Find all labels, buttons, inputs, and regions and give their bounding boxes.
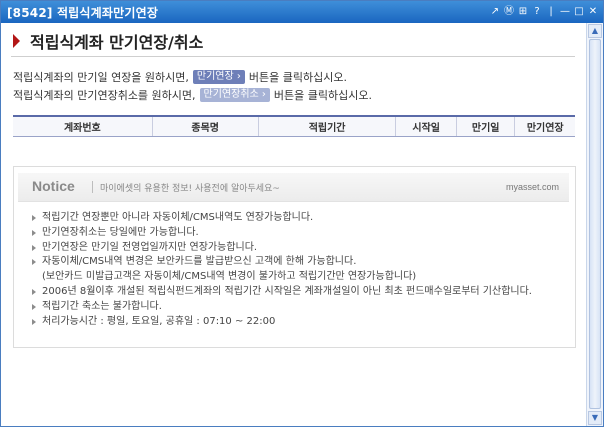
scroll-up-icon[interactable]: ▲ — [588, 24, 602, 38]
list-item: 만기연장취소는 당일에만 가능합니다. — [32, 226, 532, 241]
memo-icon[interactable]: Ⓜ — [503, 5, 515, 18]
main-content: 적립식계좌 만기연장/취소 적립식계좌의 만기일 연장을 원하시면, 만기연장 … — [1, 23, 587, 426]
list-item: 2006년 8월이후 개설된 적립식펀드계좌의 적립기간 시작일은 계좌개설일이… — [32, 285, 532, 300]
list-item: 처리가능시간 : 평일, 토요일, 공휴일 : 07:10 ~ 22:00 — [32, 315, 532, 330]
notice-header: Notice 마이에셋의 유용한 정보! 사용전에 알아두세요~ myasset… — [18, 173, 569, 202]
notice-list: 적립기간 연장뿐만 아니라 자동이체/CMS내역도 연장가능합니다. 만기연장취… — [32, 211, 532, 329]
list-item: 자동이체/CMS내역 변경은 보안카드를 발급받으신 고객에 한해 가능합니다. — [32, 255, 532, 270]
scroll-down-icon[interactable]: ▼ — [588, 411, 602, 425]
list-item: 적립기간 연장뿐만 아니라 자동이체/CMS내역도 연장가능합니다. — [32, 211, 532, 226]
minimize-icon[interactable]: — — [559, 5, 571, 18]
bullet-arrow-icon — [32, 244, 36, 251]
desc-line1-post: 버튼을 클릭하십시오. — [248, 71, 347, 84]
notice-box: Notice 마이에셋의 유용한 정보! 사용전에 알아두세요~ myasset… — [13, 166, 576, 348]
bullet-arrow-icon — [32, 215, 36, 221]
window-controls: ↗ Ⓜ ⊞ ? | — □ ✕ — [489, 5, 599, 18]
vertical-scrollbar[interactable]: ▲ ▼ — [586, 23, 603, 426]
bullet-arrow-icon — [32, 259, 36, 266]
col-maturity-date[interactable]: 만기일 — [455, 115, 515, 137]
col-start-date[interactable]: 시작일 — [395, 115, 457, 137]
app-window: [8542] 적립식계좌만기연장 ↗ Ⓜ ⊞ ? | — □ ✕ 적립식계좌 만… — [0, 0, 604, 427]
list-item: 만기연장은 만기일 전영업일까지만 연장가능합니다. — [32, 241, 532, 256]
help-icon[interactable]: ? — [531, 5, 543, 18]
notice-separator — [92, 181, 93, 193]
close-icon[interactable]: ✕ — [587, 5, 599, 18]
window-title: [8542] 적립식계좌만기연장 — [7, 6, 159, 20]
maximize-icon[interactable]: □ — [573, 5, 585, 18]
desc-line2-pre: 적립식계좌의 만기연장취소를 원하시면, — [13, 89, 196, 102]
bullet-arrow-icon — [32, 229, 36, 236]
bullet-arrow-icon — [32, 303, 36, 310]
separator-icon: | — [549, 6, 553, 17]
col-account-number[interactable]: 계좌번호 — [13, 115, 153, 137]
desc-line-extend: 적립식계좌의 만기일 연장을 원하시면, 만기연장 › 버튼을 클릭하십시오. — [13, 69, 347, 85]
title-divider — [11, 56, 575, 57]
col-period[interactable]: 적립기간 — [257, 115, 396, 137]
desc-line-cancel: 적립식계좌의 만기연장취소를 원하시면, 만기연장취소 › 버튼을 클릭하십시오… — [13, 87, 372, 103]
table-header-row: 계좌번호 종목명 적립기간 시작일 만기일 만기연장 — [13, 115, 575, 137]
list-item: 적립기간 축소는 불가합니다. — [32, 300, 532, 315]
list-item-continuation: (보안카드 미발급고객은 자동이체/CMS내역 변경이 불가하고 적립기간만 연… — [42, 271, 417, 283]
bullet-arrow-icon — [32, 288, 36, 295]
col-product-name[interactable]: 종목명 — [151, 115, 259, 137]
notice-title: Notice — [32, 178, 75, 194]
title-bar: [8542] 적립식계좌만기연장 ↗ Ⓜ ⊞ ? | — □ ✕ — [1, 1, 603, 23]
cancel-button-hint: 만기연장취소 › — [199, 88, 270, 102]
scroll-thumb[interactable] — [589, 39, 601, 409]
brand-logo: myasset.com — [505, 182, 559, 192]
account-table: 계좌번호 종목명 적립기간 시작일 만기일 만기연장 — [13, 115, 575, 137]
popout-icon[interactable]: ↗ — [489, 5, 501, 18]
link-icon[interactable]: ⊞ — [517, 5, 529, 18]
desc-line1-pre: 적립식계좌의 만기일 연장을 원하시면, — [13, 71, 189, 84]
page-title: 적립식계좌 만기연장/취소 — [13, 29, 203, 53]
desc-line2-post: 버튼을 클릭하십시오. — [273, 89, 372, 102]
notice-subtitle: 마이에셋의 유용한 정보! 사용전에 알아두세요~ — [100, 184, 280, 194]
extend-button-hint: 만기연장 › — [192, 70, 245, 84]
bullet-arrow-icon — [32, 318, 36, 325]
page-title-text: 적립식계좌 만기연장/취소 — [30, 33, 204, 52]
chevron-right-icon — [13, 34, 20, 48]
col-extend[interactable]: 만기연장 — [514, 115, 575, 137]
